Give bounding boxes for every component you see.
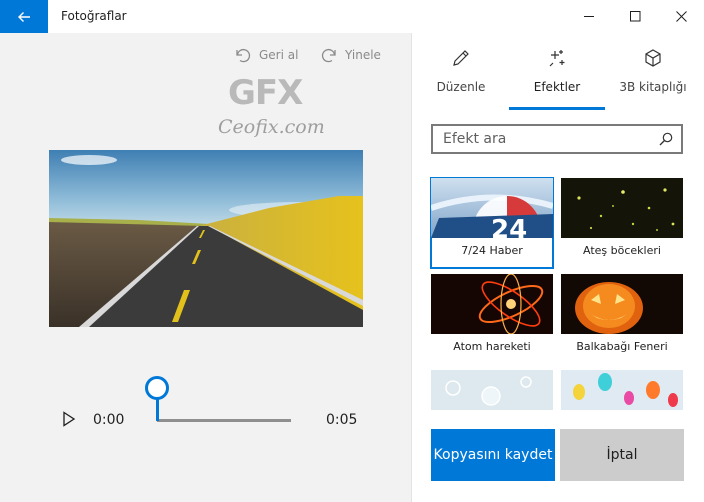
pencil-icon [453,50,469,66]
effect-label: Atom hareketi [453,340,531,353]
redo-icon [321,49,336,63]
redo-button[interactable]: Yinele [320,46,381,64]
undo-button[interactable]: Geri al [234,46,298,64]
cube-icon [645,49,661,67]
effect-tile-atom-motion[interactable]: Atom hareketi [431,274,553,364]
effect-tile-fireflies[interactable]: Ateş böcekleri [561,178,683,268]
effect-tile-news[interactable]: 24 7/24 Haber [430,177,554,269]
redo-label: Yinele [345,48,381,62]
effects-panel: Düzenle Efektler 3B kitaplığı Efekt ara … [411,33,704,502]
close-icon [675,11,687,22]
timeline-handle[interactable] [145,376,169,400]
effect-search-box [431,124,683,154]
effect-thumbnail: 24 [431,178,553,238]
photo-preview [49,150,363,327]
save-copy-button[interactable]: Kopyasını kaydet [431,429,555,481]
maximize-button[interactable] [612,0,658,33]
arrow-left-icon [18,11,30,22]
tab-3d-library[interactable]: 3B kitaplığı [605,33,701,111]
road-photo [49,150,363,327]
undo-label: Geri al [259,48,299,62]
title-bar: Fotoğraflar [0,0,704,33]
back-button[interactable] [0,0,48,33]
effect-thumbnail [561,178,683,238]
total-time: 0:05 [326,412,358,428]
sparkle-icon [549,50,565,67]
cancel-button[interactable]: İptal [560,429,684,481]
effect-label: Ateş böcekleri [583,244,661,257]
tab-3d-library-label: 3B kitaplığı [619,80,687,94]
maximize-icon [629,11,640,22]
photos-app-window: Fotoğraflar Geri al Yinele GFX Ceofix.co… [0,0,704,502]
tab-effects[interactable]: Efektler [509,33,605,111]
svg-text:24: 24 [491,215,527,238]
preview-area: Geri al Yinele GFX Ceofix.com 0:00 0:05 [0,33,411,502]
watermark-site: Ceofix.com [218,116,325,138]
effect-thumbnail [431,274,553,334]
current-time: 0:00 [93,412,125,428]
tab-edit-label: Düzenle [436,80,486,94]
tab-effects-label: Efektler [533,80,581,94]
watermark: GFX Ceofix.com [218,73,338,139]
watermark-logo: GFX [228,73,303,113]
effect-label: Balkabağı Feneri [576,340,668,353]
tab-edit[interactable]: Düzenle [413,33,509,111]
effect-thumbnail [431,370,553,410]
undo-icon [236,49,251,63]
play-icon[interactable] [62,411,76,427]
effect-tile-bubbles[interactable] [431,370,553,410]
active-tab-indicator [509,107,605,110]
timeline-track[interactable] [157,419,291,422]
minimize-icon [583,16,594,17]
effect-label: 7/24 Haber [461,244,523,257]
search-icon[interactable] [659,132,673,146]
effect-tile-balloons[interactable] [561,370,683,410]
effect-thumbnail [561,370,683,410]
minimize-button[interactable] [566,0,612,33]
app-title: Fotoğraflar [61,9,127,23]
effect-thumbnail [561,274,683,334]
close-button[interactable] [658,0,704,33]
effect-search-input[interactable] [443,130,648,148]
effect-tile-jack-o-lantern[interactable]: Balkabağı Feneri [561,274,683,364]
